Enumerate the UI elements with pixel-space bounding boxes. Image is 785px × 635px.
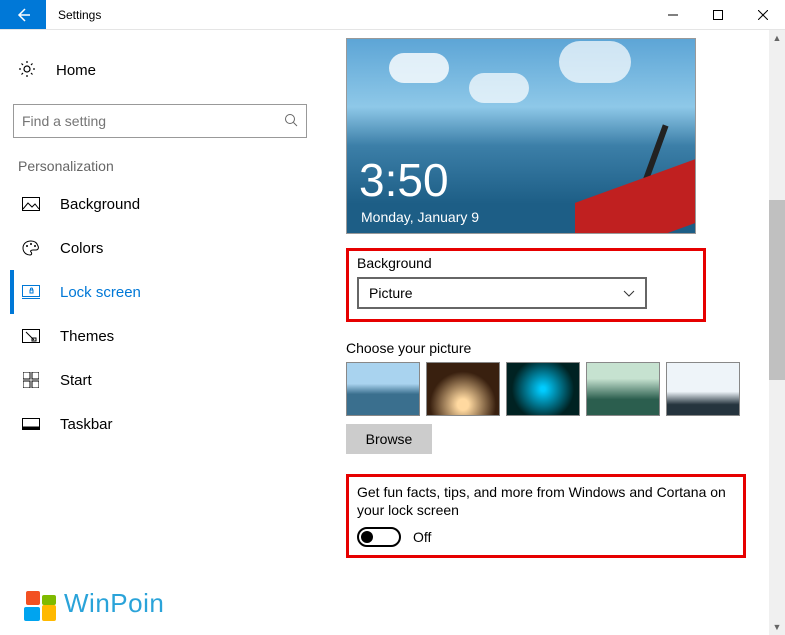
- search-input[interactable]: [13, 104, 307, 138]
- sidebar-item-label: Taskbar: [40, 416, 113, 433]
- sidebar-item-colors[interactable]: Colors: [10, 226, 310, 270]
- sidebar-item-themes[interactable]: Themes: [10, 314, 310, 358]
- picture-thumb[interactable]: [346, 362, 420, 416]
- picture-icon: [22, 197, 40, 211]
- close-button[interactable]: [740, 0, 785, 29]
- branding-text: WinPoin: [64, 588, 164, 619]
- choose-picture-label: Choose your picture: [346, 340, 785, 356]
- background-label: Background: [357, 255, 695, 271]
- picture-thumb[interactable]: [666, 362, 740, 416]
- funfacts-section-highlight: Get fun facts, tips, and more from Windo…: [346, 474, 746, 558]
- funfacts-toggle[interactable]: [357, 527, 401, 547]
- background-section-highlight: Background Picture: [346, 248, 706, 322]
- window-title: Settings: [46, 0, 650, 29]
- preview-date: Monday, January 9: [361, 209, 479, 225]
- sidebar: Home Personalization Background Colors L…: [0, 30, 320, 635]
- sidebar-item-background[interactable]: Background: [10, 182, 310, 226]
- sidebar-item-label: Lock screen: [40, 284, 141, 301]
- sidebar-item-taskbar[interactable]: Taskbar: [10, 402, 310, 446]
- scroll-thumb[interactable]: [769, 200, 785, 380]
- browse-button[interactable]: Browse: [346, 424, 432, 454]
- sidebar-item-lockscreen[interactable]: Lock screen: [10, 270, 310, 314]
- funfacts-state: Off: [413, 529, 431, 545]
- logo-icon: [26, 591, 56, 621]
- themes-icon: [22, 329, 40, 343]
- branding-logo: WinPoin: [26, 588, 164, 619]
- browse-label: Browse: [366, 431, 413, 447]
- picture-thumb[interactable]: [506, 362, 580, 416]
- chevron-down-icon: [623, 285, 635, 301]
- sidebar-item-label: Colors: [40, 240, 103, 257]
- sidebar-item-label: Start: [40, 372, 92, 389]
- scroll-down-arrow[interactable]: ▼: [769, 619, 785, 635]
- vertical-scrollbar[interactable]: ▲ ▼: [769, 30, 785, 635]
- content-pane: 3:50 Monday, January 9 Background Pictur…: [320, 30, 785, 635]
- lockscreen-preview: 3:50 Monday, January 9: [346, 38, 696, 234]
- sidebar-item-label: Background: [40, 196, 140, 213]
- funfacts-text: Get fun facts, tips, and more from Windo…: [357, 483, 735, 519]
- maximize-button[interactable]: [695, 0, 740, 29]
- search-field[interactable]: [22, 113, 284, 129]
- back-button[interactable]: [0, 0, 46, 29]
- lockscreen-icon: [22, 285, 40, 299]
- dropdown-value: Picture: [369, 285, 413, 301]
- start-icon: [22, 372, 40, 388]
- minimize-button[interactable]: [650, 0, 695, 29]
- home-label: Home: [36, 62, 96, 79]
- gear-icon: [18, 60, 36, 81]
- sidebar-item-start[interactable]: Start: [10, 358, 310, 402]
- background-dropdown[interactable]: Picture: [357, 277, 647, 309]
- scroll-up-arrow[interactable]: ▲: [769, 30, 785, 46]
- picture-thumbnails: [346, 362, 785, 416]
- picture-thumb[interactable]: [426, 362, 500, 416]
- search-icon: [284, 113, 298, 130]
- home-link[interactable]: Home: [10, 50, 310, 90]
- preview-time: 3:50: [359, 153, 449, 207]
- picture-thumb[interactable]: [586, 362, 660, 416]
- taskbar-icon: [22, 418, 40, 430]
- sidebar-item-label: Themes: [40, 328, 114, 345]
- section-header: Personalization: [10, 158, 310, 174]
- palette-icon: [22, 240, 40, 256]
